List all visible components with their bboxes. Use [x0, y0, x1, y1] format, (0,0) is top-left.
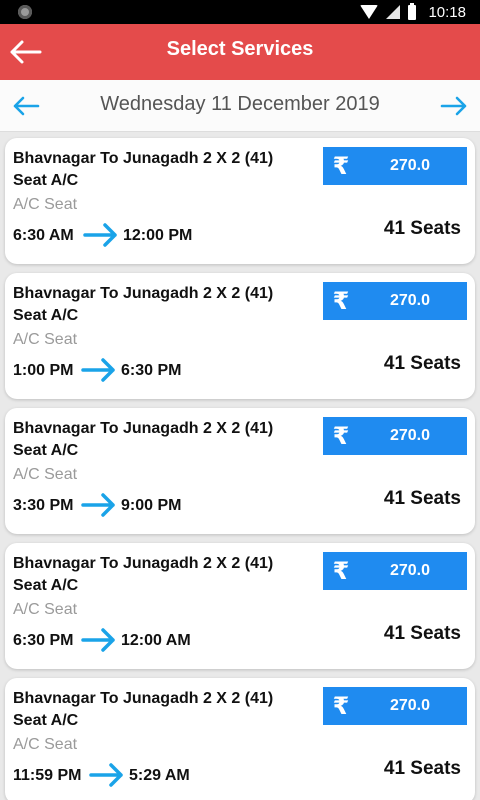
notification-icon: [18, 5, 32, 19]
date-navigator: Wednesday 11 December 2019: [0, 80, 480, 132]
service-card[interactable]: Bhavnagar To Junagadh 2 X 2 (41) Seat A/…: [5, 678, 475, 800]
fare-amount: 270.0: [389, 157, 431, 174]
status-time: 10:18: [428, 3, 466, 21]
arrow-right-icon: [440, 96, 467, 116]
route-name: Bhavnagar To Junagadh 2 X 2 (41) Seat A/…: [13, 285, 274, 324]
available-seats: 41 Seats: [383, 758, 461, 779]
route-name: Bhavnagar To Junagadh 2 X 2 (41) Seat A/…: [13, 555, 274, 594]
departure-time: 11:59 PM: [13, 767, 82, 784]
departure-time: 1:00 PM: [13, 362, 74, 379]
fare-amount: 270.0: [389, 562, 431, 579]
departure-time: 3:30 PM: [13, 497, 74, 514]
app-bar: Select Services: [0, 24, 480, 80]
fare-badge: ₹ 270.0: [323, 552, 467, 590]
arrival-time: 6:30 PM: [121, 362, 182, 379]
available-seats: 41 Seats: [383, 353, 461, 374]
journey-arrow-icon: [81, 628, 115, 652]
departure-time: 6:30 AM: [13, 227, 74, 244]
wifi-icon: [360, 5, 379, 19]
next-date-button[interactable]: [436, 90, 472, 122]
status-icons: 10:18: [360, 2, 466, 21]
arrival-time: 12:00 AM: [121, 632, 191, 649]
available-seats: 41 Seats: [383, 488, 461, 509]
route-name: Bhavnagar To Junagadh 2 X 2 (41) Seat A/…: [13, 420, 274, 459]
arrival-time: 5:29 AM: [129, 767, 190, 784]
rupee-icon: ₹: [332, 557, 350, 585]
fare-badge: ₹ 270.0: [323, 417, 467, 455]
service-card[interactable]: Bhavnagar To Junagadh 2 X 2 (41) Seat A/…: [5, 408, 475, 534]
selected-date: Wednesday 11 December 2019: [100, 93, 380, 115]
service-card[interactable]: Bhavnagar To Junagadh 2 X 2 (41) Seat A/…: [5, 138, 475, 264]
rupee-icon: ₹: [332, 692, 350, 720]
available-seats: 41 Seats: [383, 623, 461, 644]
rupee-icon: ₹: [332, 422, 350, 450]
journey-arrow-icon: [81, 493, 115, 517]
available-seats: 41 Seats: [383, 218, 461, 239]
journey-arrow-icon: [81, 358, 115, 382]
arrival-time: 12:00 PM: [123, 227, 193, 244]
seat-type: A/C Seat: [13, 466, 78, 483]
fare-amount: 270.0: [389, 292, 431, 309]
seat-type: A/C Seat: [13, 196, 78, 213]
arrival-time: 9:00 PM: [121, 497, 182, 514]
page-title: Select Services: [166, 38, 314, 60]
fare-badge: ₹ 270.0: [323, 282, 467, 320]
battery-icon: [408, 2, 417, 20]
seat-type: A/C Seat: [13, 331, 78, 348]
rupee-icon: ₹: [332, 152, 350, 180]
journey-arrow-icon: [89, 763, 123, 787]
rupee-icon: ₹: [332, 287, 350, 315]
seat-type: A/C Seat: [13, 601, 78, 618]
signal-icon: [386, 5, 401, 19]
service-card[interactable]: Bhavnagar To Junagadh 2 X 2 (41) Seat A/…: [5, 273, 475, 399]
service-card[interactable]: Bhavnagar To Junagadh 2 X 2 (41) Seat A/…: [5, 543, 475, 669]
seat-type: A/C Seat: [13, 736, 78, 753]
route-name: Bhavnagar To Junagadh 2 X 2 (41) Seat A/…: [13, 690, 274, 729]
departure-time: 6:30 PM: [13, 632, 74, 649]
fare-amount: 270.0: [389, 697, 431, 714]
fare-badge: ₹ 270.0: [323, 147, 467, 185]
route-name: Bhavnagar To Junagadh 2 X 2 (41) Seat A/…: [13, 150, 274, 189]
fare-amount: 270.0: [389, 427, 431, 444]
journey-arrow-icon: [83, 223, 117, 247]
service-list[interactable]: Bhavnagar To Junagadh 2 X 2 (41) Seat A/…: [0, 132, 480, 800]
status-bar: 10:18: [0, 0, 480, 24]
fare-badge: ₹ 270.0: [323, 687, 467, 725]
